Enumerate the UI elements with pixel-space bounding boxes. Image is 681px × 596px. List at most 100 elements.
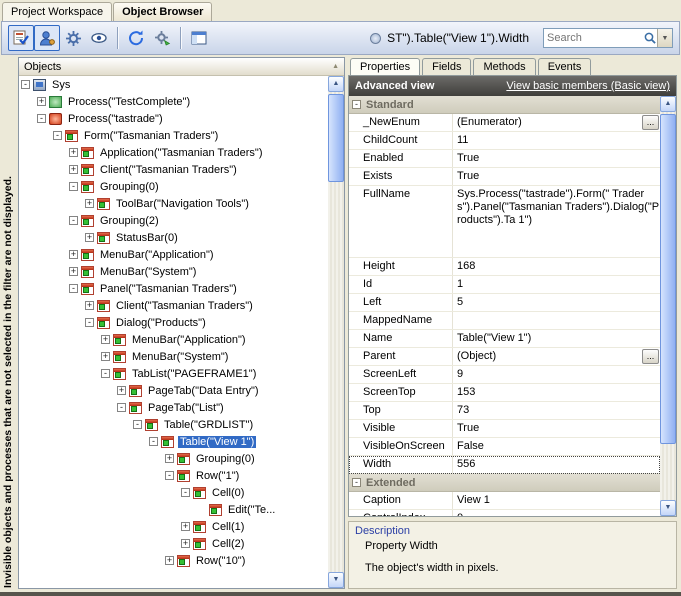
tree-expander[interactable]: + bbox=[37, 97, 46, 106]
basic-view-link[interactable]: View basic members (Basic view) bbox=[506, 80, 670, 92]
property-row[interactable]: Enabled True bbox=[349, 150, 660, 168]
grid-scrollbar[interactable]: ▲ ▼ bbox=[660, 96, 676, 516]
tree-expander[interactable]: - bbox=[133, 420, 142, 429]
tree-row[interactable]: + Client("Tasmanian Traders") bbox=[19, 297, 328, 314]
property-row[interactable]: Height 168 bbox=[349, 258, 660, 276]
tree-node-label[interactable]: Cell(0) bbox=[210, 487, 246, 499]
property-row[interactable]: VisibleOnScreen False bbox=[349, 438, 660, 456]
tree-row[interactable]: - Panel("Tasmanian Traders") bbox=[19, 280, 328, 297]
property-value[interactable]: (Enumerator) bbox=[453, 114, 642, 131]
tree-node-label[interactable]: Application("Tasmanian Traders") bbox=[98, 147, 265, 159]
tree-row[interactable]: + StatusBar(0) bbox=[19, 229, 328, 246]
search-dropdown-button[interactable]: ▼ bbox=[657, 29, 672, 47]
tree-node-label[interactable]: Grouping(2) bbox=[98, 215, 161, 227]
property-value[interactable]: False bbox=[453, 438, 660, 455]
tree-expander[interactable]: + bbox=[69, 267, 78, 276]
tree-expander[interactable]: - bbox=[69, 182, 78, 191]
tree-row[interactable]: - Grouping(2) bbox=[19, 212, 328, 229]
refresh-button[interactable] bbox=[123, 25, 149, 51]
property-value[interactable]: (Object) bbox=[453, 348, 642, 365]
tree-node-label[interactable]: Grouping(0) bbox=[194, 453, 257, 465]
tree-node-label[interactable]: StatusBar(0) bbox=[114, 232, 180, 244]
property-value[interactable]: 153 bbox=[453, 384, 660, 401]
tree-row[interactable]: - Table("GRDLIST") bbox=[19, 416, 328, 433]
tree-row[interactable]: - Grouping(0) bbox=[19, 178, 328, 195]
tree-row[interactable]: + Row("10") bbox=[19, 552, 328, 569]
tree-node-label[interactable]: PageTab("List") bbox=[146, 402, 226, 414]
tree-expander[interactable]: + bbox=[85, 199, 94, 208]
highlight-object-button[interactable] bbox=[8, 25, 34, 51]
tree-row[interactable]: - Table("View 1") bbox=[19, 433, 328, 450]
tree-expander[interactable]: - bbox=[149, 437, 158, 446]
tools-button[interactable] bbox=[149, 25, 175, 51]
property-row[interactable]: ChildCount 11 bbox=[349, 132, 660, 150]
tree-expander[interactable]: + bbox=[101, 335, 110, 344]
tree-row[interactable]: - Process("tastrade") bbox=[19, 110, 328, 127]
property-value[interactable]: True bbox=[453, 150, 660, 167]
property-row[interactable]: MappedName bbox=[349, 312, 660, 330]
property-row[interactable]: _NewEnum (Enumerator) ... bbox=[349, 114, 660, 132]
tree-row[interactable]: - Dialog("Products") bbox=[19, 314, 328, 331]
tree-node-label[interactable]: ToolBar("Navigation Tools") bbox=[114, 198, 251, 210]
property-row[interactable]: Top 73 bbox=[349, 402, 660, 420]
ellipsis-button[interactable]: ... bbox=[642, 115, 659, 130]
tree-node-label[interactable]: Process("TestComplete") bbox=[66, 96, 192, 108]
property-row[interactable]: Id 1 bbox=[349, 276, 660, 294]
tree-node-label[interactable]: MenuBar("Application") bbox=[130, 334, 248, 346]
ellipsis-button[interactable]: ... bbox=[642, 349, 659, 364]
tab-events[interactable]: Events bbox=[538, 58, 592, 75]
tree-expander[interactable]: + bbox=[69, 250, 78, 259]
tree-node-label[interactable]: MenuBar("System") bbox=[98, 266, 198, 278]
property-value[interactable]: View 1 bbox=[453, 492, 660, 509]
tree-node-label[interactable]: Grouping(0) bbox=[98, 181, 161, 193]
tree-node-label[interactable]: Form("Tasmanian Traders") bbox=[82, 130, 220, 142]
property-row[interactable]: ControlIndex 0 bbox=[349, 510, 660, 516]
objects-header[interactable]: Objects ▲ bbox=[19, 58, 344, 76]
tree-row[interactable]: - Row("1") bbox=[19, 467, 328, 484]
tree-row[interactable]: - Sys bbox=[19, 76, 328, 93]
property-value[interactable]: Table("View 1") bbox=[453, 330, 660, 347]
property-row[interactable]: ScreenTop 153 bbox=[349, 384, 660, 402]
property-value[interactable]: True bbox=[453, 420, 660, 437]
view-button[interactable] bbox=[86, 25, 112, 51]
property-row[interactable]: Left 5 bbox=[349, 294, 660, 312]
tree-expander[interactable]: + bbox=[165, 454, 174, 463]
tree-expander[interactable]: + bbox=[117, 386, 126, 395]
tree-expander[interactable]: + bbox=[165, 556, 174, 565]
tree-node-label[interactable]: Sys bbox=[50, 79, 72, 91]
scroll-up-icon[interactable]: ▲ bbox=[660, 96, 676, 112]
property-row[interactable]: Width 556 bbox=[349, 456, 660, 474]
tree-row[interactable]: - Form("Tasmanian Traders") bbox=[19, 127, 328, 144]
grid-scrollbar-thumb[interactable] bbox=[660, 114, 676, 444]
tree-expander[interactable]: + bbox=[69, 165, 78, 174]
property-value[interactable]: 73 bbox=[453, 402, 660, 419]
tree-row[interactable]: - TabList("PAGEFRAME1") bbox=[19, 365, 328, 382]
tab-properties[interactable]: Properties bbox=[350, 58, 420, 76]
tree-row[interactable]: + Client("Tasmanian Traders") bbox=[19, 161, 328, 178]
tree-node-label[interactable]: Dialog("Products") bbox=[114, 317, 208, 329]
property-section-header[interactable]: - Extended bbox=[349, 474, 660, 492]
tree-expander[interactable]: + bbox=[85, 233, 94, 242]
tree-row[interactable]: Edit("Te... bbox=[19, 501, 328, 518]
tree-row[interactable]: - PageTab("List") bbox=[19, 399, 328, 416]
collapse-icon[interactable]: - bbox=[352, 478, 361, 487]
tree-expander[interactable]: - bbox=[21, 80, 30, 89]
scroll-down-icon[interactable]: ▼ bbox=[660, 500, 676, 516]
tree-row[interactable]: + MenuBar("Application") bbox=[19, 246, 328, 263]
tree-node-label[interactable]: Table("View 1") bbox=[178, 436, 256, 448]
tree-node-label[interactable]: Panel("Tasmanian Traders") bbox=[98, 283, 239, 295]
property-value[interactable]: 1 bbox=[453, 276, 660, 293]
tab-methods[interactable]: Methods bbox=[473, 58, 535, 75]
tree-row[interactable]: + Cell(2) bbox=[19, 535, 328, 552]
search-input[interactable] bbox=[544, 32, 643, 44]
tree-scrollbar-thumb[interactable] bbox=[328, 94, 344, 182]
property-row[interactable]: Caption View 1 bbox=[349, 492, 660, 510]
tree-row[interactable]: + MenuBar("System") bbox=[19, 348, 328, 365]
show-object-properties-button[interactable] bbox=[34, 25, 60, 51]
tree-expander[interactable]: - bbox=[117, 403, 126, 412]
search-icon[interactable] bbox=[643, 31, 657, 45]
tree-expander[interactable]: + bbox=[85, 301, 94, 310]
tab-object-browser[interactable]: Object Browser bbox=[113, 2, 212, 22]
tree-node-label[interactable]: Client("Tasmanian Traders") bbox=[98, 164, 239, 176]
tree-row[interactable]: + ToolBar("Navigation Tools") bbox=[19, 195, 328, 212]
